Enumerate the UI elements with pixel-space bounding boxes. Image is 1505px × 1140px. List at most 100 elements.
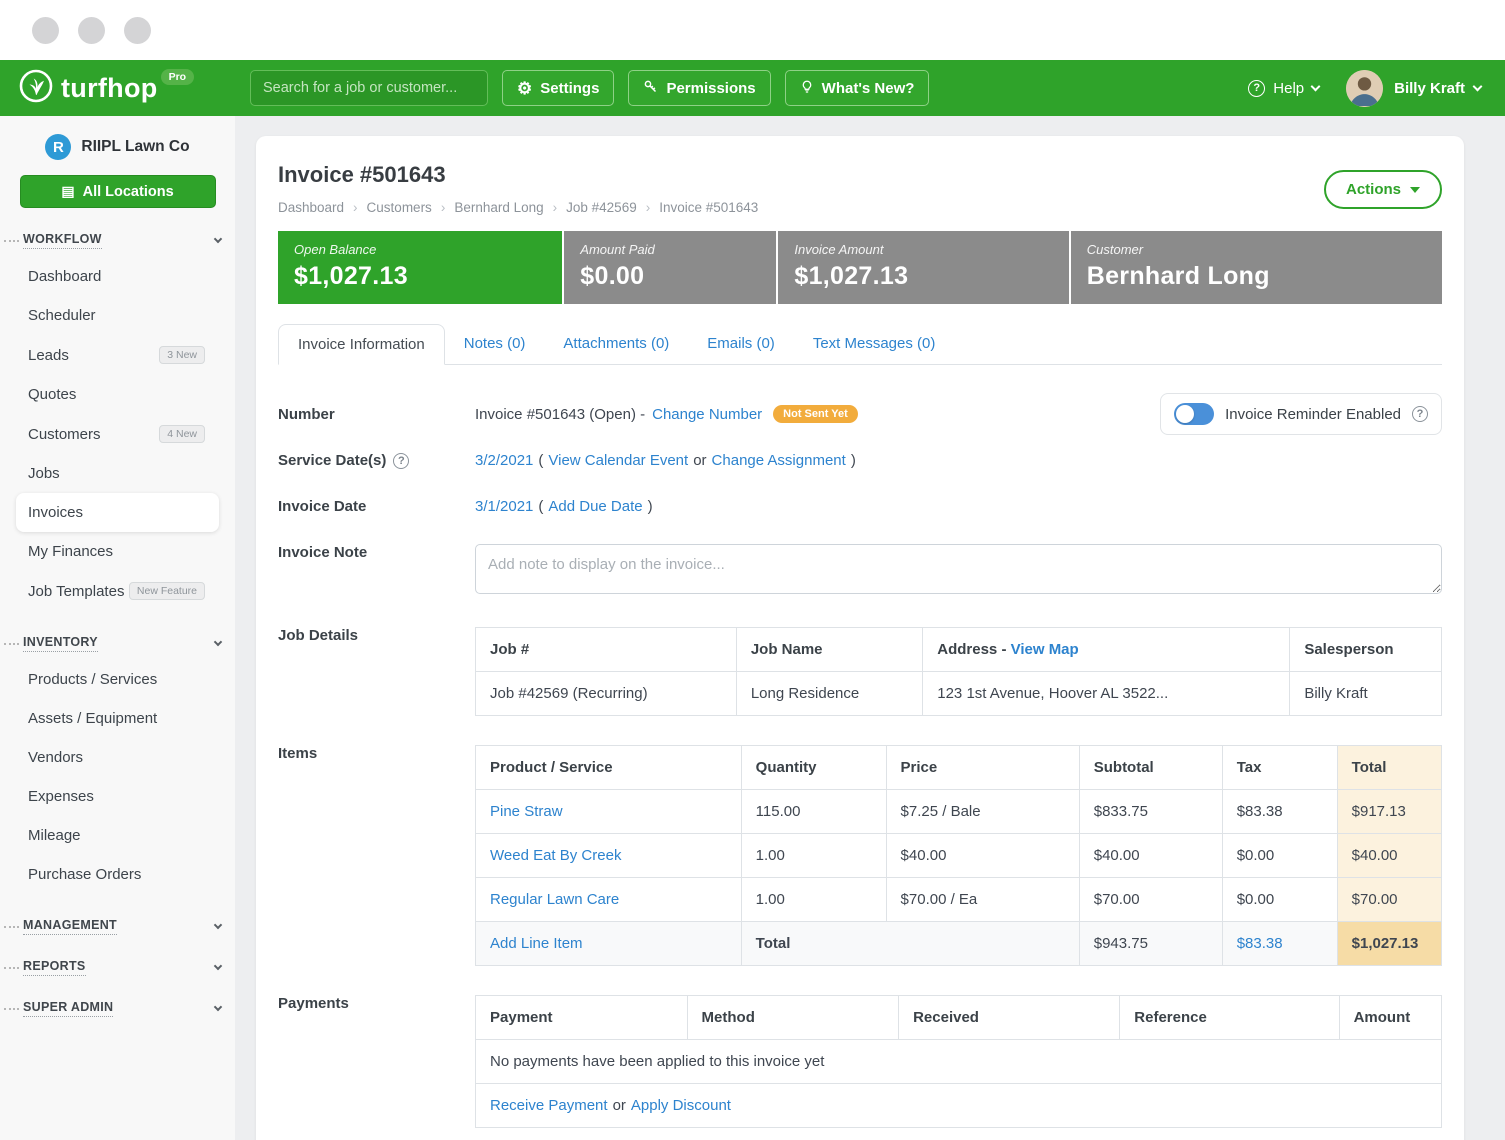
sidebar-item-job-templates[interactable]: Job Templates New Feature [0, 571, 235, 611]
sidebar-item-purchase-orders[interactable]: Purchase Orders [0, 855, 235, 894]
change-number-link[interactable]: Change Number [652, 406, 762, 423]
search-input[interactable] [250, 70, 488, 106]
tab-text-messages[interactable]: Text Messages (0) [794, 324, 955, 364]
actions-button[interactable]: Actions [1324, 170, 1442, 209]
col-amount: Amount [1339, 996, 1441, 1040]
invoice-reminder-toggle[interactable] [1174, 403, 1214, 425]
sidebar-item-vendors[interactable]: Vendors [0, 738, 235, 777]
whats-new-label: What's New? [822, 80, 915, 97]
sidebar-item-label: Customers [28, 426, 101, 443]
items-total-row: Add Line Item Total $943.75 $83.38 $1,02… [476, 922, 1442, 966]
breadcrumb-customers[interactable]: Customers [367, 200, 455, 215]
sidebar-item-products-services[interactable]: Products / Services [0, 660, 235, 699]
section-drag-dots [4, 240, 19, 242]
section-label: INVENTORY [23, 635, 98, 652]
window-control-dot[interactable] [32, 17, 59, 44]
item-subtotal: $40.00 [1079, 834, 1222, 878]
service-date-link[interactable]: 3/2/2021 [475, 452, 533, 469]
turfhop-logo[interactable]: turfhop Pro [18, 68, 236, 109]
items-total-tax-link[interactable]: $83.38 [1237, 935, 1283, 952]
job-details-label: Job Details [278, 624, 475, 644]
window-control-dot[interactable] [124, 17, 151, 44]
stat-label: Open Balance [294, 242, 546, 257]
permissions-button[interactable]: Permissions [628, 70, 770, 106]
invoice-date-label: Invoice Date [278, 495, 475, 515]
invoice-note-input[interactable] [475, 544, 1442, 594]
sidebar-item-customers[interactable]: Customers 4 New [0, 414, 235, 454]
user-menu[interactable]: Billy Kraft [1394, 80, 1481, 97]
actions-label: Actions [1346, 181, 1401, 198]
sidebar-section-reports[interactable]: REPORTS [4, 959, 221, 976]
sidebar-section-workflow[interactable]: WORKFLOW [4, 232, 221, 249]
breadcrumb-job[interactable]: Job #42569 [566, 200, 659, 215]
add-due-date-link[interactable]: Add Due Date [548, 498, 642, 515]
invoice-note-label: Invoice Note [278, 541, 475, 561]
section-drag-dots [4, 967, 19, 969]
add-line-item-link[interactable]: Add Line Item [490, 935, 583, 952]
sidebar-section-inventory[interactable]: INVENTORY [4, 635, 221, 652]
change-assignment-link[interactable]: Change Assignment [712, 452, 846, 469]
not-sent-badge: Not Sent Yet [773, 405, 858, 423]
stat-open-balance: Open Balance $1,027.13 [278, 231, 562, 304]
items-table: Product / Service Quantity Price Subtota… [475, 745, 1442, 966]
apply-discount-link[interactable]: Apply Discount [631, 1097, 731, 1114]
window-control-dot[interactable] [78, 17, 105, 44]
col-received: Received [899, 996, 1120, 1040]
new-feature-badge: New Feature [129, 582, 205, 600]
item-name-link[interactable]: Pine Straw [490, 803, 563, 820]
view-calendar-event-link[interactable]: View Calendar Event [548, 452, 688, 469]
sidebar-item-label: Leads [28, 347, 69, 364]
item-name-link[interactable]: Weed Eat By Creek [490, 847, 621, 864]
company-switcher[interactable]: R RIIPL Lawn Co [0, 134, 235, 160]
sidebar-item-my-finances[interactable]: My Finances [0, 532, 235, 571]
view-map-link[interactable]: View Map [1011, 641, 1079, 658]
top-navbar: turfhop Pro ⚙ Settings Permissions What'… [0, 60, 1505, 116]
workflow-nav: Dashboard Scheduler Leads 3 New Quotes C… [0, 257, 235, 611]
tab-invoice-information[interactable]: Invoice Information [278, 324, 445, 365]
sidebar-item-invoices[interactable]: Invoices [16, 493, 219, 532]
chevron-down-icon [214, 962, 222, 970]
tab-emails[interactable]: Emails (0) [688, 324, 794, 364]
help-tooltip-icon[interactable]: ? [1412, 406, 1428, 422]
help-menu[interactable]: ? Help [1248, 80, 1319, 97]
col-job-name: Job Name [736, 628, 922, 672]
item-quantity: 1.00 [741, 834, 886, 878]
paren: ) [648, 498, 653, 515]
settings-button[interactable]: ⚙ Settings [502, 70, 614, 106]
sidebar-item-leads[interactable]: Leads 3 New [0, 335, 235, 375]
help-tooltip-icon[interactable]: ? [393, 453, 409, 469]
sidebar-section-management[interactable]: MANAGEMENT [4, 918, 221, 935]
user-avatar[interactable] [1346, 70, 1383, 107]
tab-notes[interactable]: Notes (0) [445, 324, 545, 364]
col-reference: Reference [1120, 996, 1339, 1040]
invoice-reminder-label: Invoice Reminder Enabled [1225, 406, 1401, 423]
breadcrumb-customer[interactable]: Bernhard Long [454, 200, 566, 215]
new-count-badge: 3 New [159, 346, 205, 364]
sidebar-item-jobs[interactable]: Jobs [0, 454, 235, 493]
all-locations-button[interactable]: ▤ All Locations [20, 175, 216, 208]
sidebar-section-super-admin[interactable]: SUPER ADMIN [4, 1000, 221, 1017]
lightbulb-icon [800, 79, 814, 98]
sidebar-item-quotes[interactable]: Quotes [0, 375, 235, 414]
breadcrumb: Dashboard Customers Bernhard Long Job #4… [278, 200, 758, 215]
receive-payment-link[interactable]: Receive Payment [490, 1097, 608, 1114]
item-name-link[interactable]: Regular Lawn Care [490, 891, 619, 908]
whats-new-button[interactable]: What's New? [785, 70, 930, 106]
sidebar-item-dashboard[interactable]: Dashboard [0, 257, 235, 296]
item-row: Regular Lawn Care 1.00 $70.00 / Ea $70.0… [476, 878, 1442, 922]
user-name: Billy Kraft [1394, 80, 1465, 97]
or-text: or [693, 452, 706, 469]
sidebar-item-assets-equipment[interactable]: Assets / Equipment [0, 699, 235, 738]
page-title: Invoice #501643 [278, 162, 758, 188]
service-dates-label: Service Date(s) [278, 452, 386, 469]
item-price: $40.00 [886, 834, 1079, 878]
invoice-date-link[interactable]: 3/1/2021 [475, 498, 533, 515]
breadcrumb-dashboard[interactable]: Dashboard [278, 200, 367, 215]
tab-attachments[interactable]: Attachments (0) [544, 324, 688, 364]
sidebar-item-expenses[interactable]: Expenses [0, 777, 235, 816]
items-grand-total: $1,027.13 [1337, 922, 1441, 966]
sidebar-item-scheduler[interactable]: Scheduler [0, 296, 235, 335]
payments-empty-row: No payments have been applied to this in… [476, 1040, 1442, 1084]
sidebar-item-mileage[interactable]: Mileage [0, 816, 235, 855]
chevron-down-icon [1473, 82, 1483, 92]
